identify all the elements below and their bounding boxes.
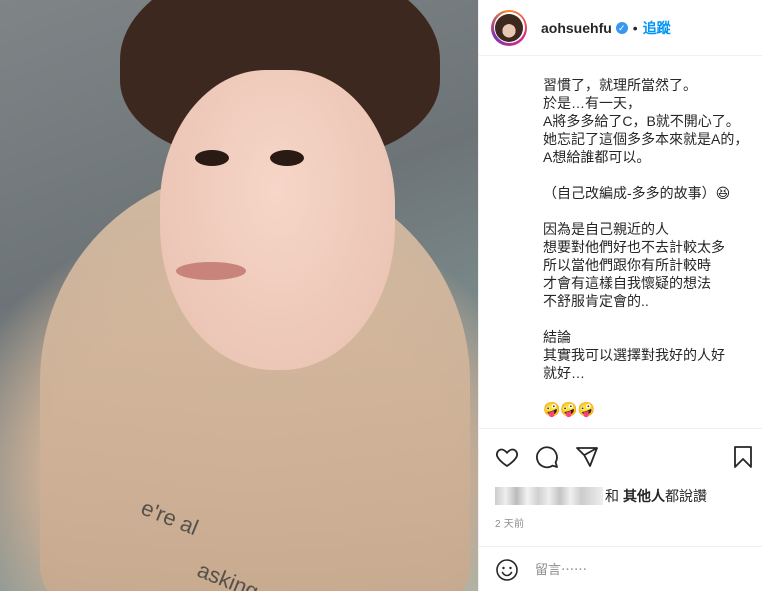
face-shape bbox=[160, 70, 395, 370]
post-side-panel: aohsuehfu ✓ • 追蹤 習慣了，就理所當然了。 於是…有一天， A將多… bbox=[478, 0, 762, 591]
bookmark-icon[interactable] bbox=[731, 445, 755, 469]
likes-others-link[interactable]: 其他人 bbox=[623, 486, 665, 506]
separator-dot: • bbox=[632, 19, 638, 36]
follow-button[interactable]: 追蹤 bbox=[643, 18, 671, 38]
avatar[interactable] bbox=[491, 9, 527, 46]
likes-prefix: 和 bbox=[605, 488, 619, 504]
share-icon[interactable] bbox=[575, 445, 599, 469]
emoji-icon[interactable] bbox=[495, 558, 519, 582]
lips bbox=[176, 262, 246, 280]
avatar-image bbox=[495, 13, 523, 42]
post-photo[interactable]: e're al asking bbox=[0, 0, 478, 591]
post-timestamp[interactable]: 2 天前 bbox=[495, 515, 524, 530]
eye-left bbox=[195, 150, 229, 166]
username[interactable]: aohsuehfu bbox=[541, 20, 612, 36]
likes-line: 和 其他人 都說讚 bbox=[495, 486, 707, 506]
heart-icon[interactable] bbox=[495, 445, 519, 469]
comment-input[interactable] bbox=[533, 561, 737, 578]
verified-badge-icon: ✓ bbox=[615, 21, 628, 34]
comment-bar bbox=[479, 546, 762, 592]
post-header: aohsuehfu ✓ • 追蹤 bbox=[479, 0, 762, 56]
action-bar bbox=[479, 428, 762, 481]
eye-right bbox=[270, 150, 304, 166]
comment-icon[interactable] bbox=[535, 445, 559, 469]
likes-suffix: 都說讚 bbox=[665, 488, 707, 504]
caption-text: 習慣了，就理所當然了。 於是…有一天， A將多多給了C，B就不開心了。 她忘記了… bbox=[543, 77, 749, 417]
blurred-names bbox=[495, 487, 603, 505]
